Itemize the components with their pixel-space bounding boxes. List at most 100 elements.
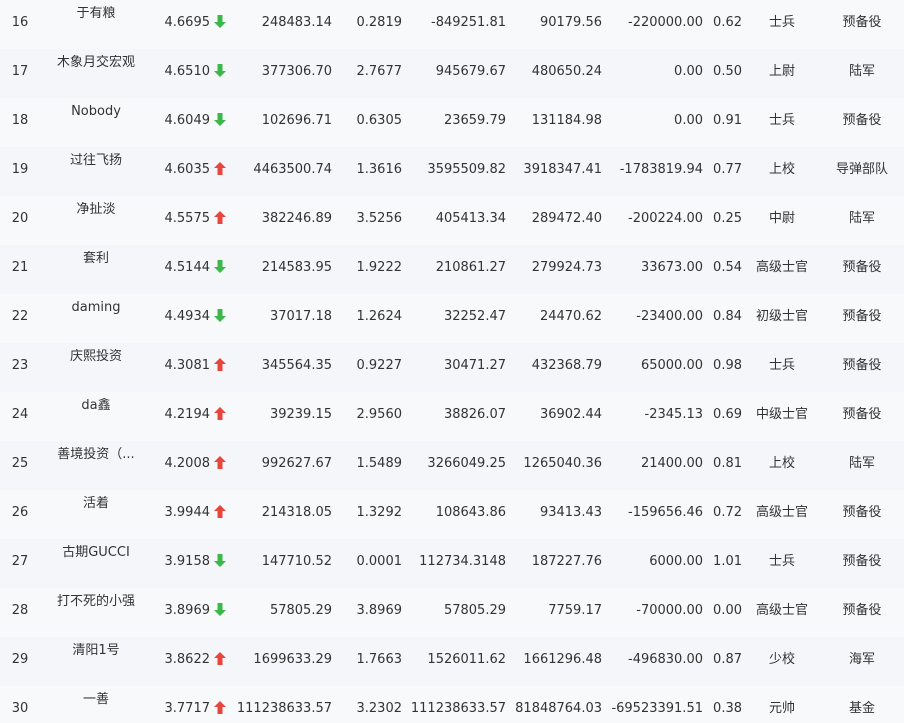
table-row[interactable]: 27 古期GUCCI 3.9158 147710.52 0.0001 112734.314… xyxy=(0,539,904,588)
capital-cell: 93413.43 xyxy=(539,505,602,520)
ratio-cell: 0.0001 xyxy=(356,554,403,569)
military-rank-cell: 上校 xyxy=(768,456,795,471)
trader-name[interactable]: 庆熙投资 xyxy=(48,349,144,365)
rank-cell: 19 xyxy=(11,162,29,177)
capital-cell: 187227.76 xyxy=(531,554,602,569)
rank-cell: 22 xyxy=(11,309,29,324)
trader-name[interactable]: daming xyxy=(48,300,144,316)
table-row[interactable]: 30 一善 3.7717 111238633.57 3.2302 111238633.57… xyxy=(0,686,904,723)
capital-cell: 3918347.41 xyxy=(523,162,602,177)
trader-name[interactable]: 善境投资（... xyxy=(48,447,144,463)
trader-name[interactable]: 净扯淡 xyxy=(48,202,144,218)
trader-name[interactable]: 一善 xyxy=(48,692,144,708)
rank-cell: 28 xyxy=(11,603,29,618)
troop-cell: 预备役 xyxy=(842,260,882,275)
table-row[interactable]: 24 da鑫 4.2194 39239.15 2.9560 38826.07 36902.4… xyxy=(0,392,904,441)
profit-cell: 32252.47 xyxy=(443,309,506,324)
ratio-cell: 1.9222 xyxy=(356,260,403,275)
capital-cell: 432368.79 xyxy=(531,358,602,373)
troop-cell: 陆军 xyxy=(848,64,875,79)
table-row[interactable]: 22 daming 4.4934 37017.18 1.2624 32252.47 2447… xyxy=(0,294,904,343)
trader-name[interactable]: 清阳1号 xyxy=(48,643,144,659)
ranking-table: 16 于有粮 4.6695 248483.14 0.2819 -849251.81 9017… xyxy=(0,0,904,723)
trader-name[interactable]: 过往飞扬 xyxy=(48,153,144,169)
rate-cell: 0.81 xyxy=(713,456,742,471)
deposit-cell: 33673.00 xyxy=(640,260,703,275)
table-row[interactable]: 23 庆熙投资 4.3081 345564.35 0.9227 30471.27 43236… xyxy=(0,343,904,392)
table-row[interactable]: 18 Nobody 4.6049 102696.71 0.6305 23659.79 131… xyxy=(0,98,904,147)
rate-cell: 0.00 xyxy=(713,603,742,618)
table-row[interactable]: 17 木象月交宏观 4.6510 377306.70 2.7677 945679.67 48… xyxy=(0,49,904,98)
profit-cell: 405413.34 xyxy=(435,211,506,226)
profit-cell: 57805.29 xyxy=(443,603,506,618)
table-row[interactable]: 16 于有粮 4.6695 248483.14 0.2819 -849251.81 9017… xyxy=(0,0,904,49)
arrow-up-icon xyxy=(214,210,230,224)
profit-cell: 945679.67 xyxy=(435,64,506,79)
arrow-down-icon xyxy=(214,553,230,567)
trader-name[interactable]: 木象月交宏观 xyxy=(48,55,144,71)
profit-cell: 30471.27 xyxy=(443,358,506,373)
table-row[interactable]: 21 套利 4.5144 214583.95 1.9222 210861.27 279924… xyxy=(0,245,904,294)
table-row[interactable]: 28 打不死的小强 3.8969 57805.29 3.8969 57805.29 7759… xyxy=(0,588,904,637)
arrow-up-icon xyxy=(214,651,230,665)
score-cell: 4.3081 xyxy=(164,358,211,373)
deposit-cell: -159656.46 xyxy=(628,505,703,520)
trader-name[interactable]: da鑫 xyxy=(48,398,144,414)
equity-cell: 4463500.74 xyxy=(253,162,332,177)
capital-cell: 1661296.48 xyxy=(523,652,602,667)
trader-name[interactable]: 打不死的小强 xyxy=(48,594,144,610)
score-cell: 4.2008 xyxy=(164,456,211,471)
table-row[interactable]: 29 清阳1号 3.8622 1699633.29 1.7663 1526011.62 16… xyxy=(0,637,904,686)
table-row[interactable]: 26 活着 3.9944 214318.05 1.3292 108643.86 93413.… xyxy=(0,490,904,539)
troop-cell: 导弹部队 xyxy=(835,162,888,177)
table-row[interactable]: 20 净扯淡 4.5575 382246.89 3.5256 405413.34 28947… xyxy=(0,196,904,245)
capital-cell: 480650.24 xyxy=(531,64,602,79)
equity-cell: 1699633.29 xyxy=(253,652,332,667)
profit-cell: 112734.3148 xyxy=(419,554,506,569)
arrow-up-icon xyxy=(214,161,230,175)
rate-cell: 0.72 xyxy=(713,505,742,520)
equity-cell: 382246.89 xyxy=(261,211,332,226)
military-rank-cell: 高级士官 xyxy=(755,505,808,520)
rate-cell: 0.91 xyxy=(713,113,742,128)
rate-cell: 0.87 xyxy=(713,652,742,667)
rate-cell: 0.69 xyxy=(713,407,742,422)
arrow-up-icon xyxy=(214,700,230,714)
score-cell: 3.9944 xyxy=(164,505,211,520)
score-cell: 3.8969 xyxy=(164,603,211,618)
trader-name[interactable]: 于有粮 xyxy=(48,6,144,22)
profit-cell: 3595509.82 xyxy=(427,162,506,177)
score-cell: 3.7717 xyxy=(164,701,211,716)
ratio-cell: 3.8969 xyxy=(356,603,403,618)
equity-cell: 377306.70 xyxy=(261,64,332,79)
equity-cell: 992627.67 xyxy=(261,456,332,471)
ratio-cell: 1.2624 xyxy=(356,309,403,324)
equity-cell: 102696.71 xyxy=(261,113,332,128)
capital-cell: 289472.40 xyxy=(531,211,602,226)
trader-name[interactable]: 套利 xyxy=(48,251,144,267)
ratio-cell: 3.2302 xyxy=(356,701,403,716)
deposit-cell: -496830.00 xyxy=(628,652,703,667)
ratio-cell: 2.7677 xyxy=(356,64,403,79)
equity-cell: 345564.35 xyxy=(261,358,332,373)
arrow-up-icon xyxy=(214,406,230,420)
table-row[interactable]: 25 善境投资（... 4.2008 992627.67 1.5489 3266049.2… xyxy=(0,441,904,490)
military-rank-cell: 上校 xyxy=(768,162,795,177)
trader-name[interactable]: 古期GUCCI xyxy=(48,545,144,561)
trader-name[interactable]: Nobody xyxy=(48,104,144,120)
trader-name[interactable]: 活着 xyxy=(48,496,144,512)
deposit-cell: -70000.00 xyxy=(636,603,703,618)
rate-cell: 0.38 xyxy=(713,701,742,716)
troop-cell: 预备役 xyxy=(842,113,882,128)
military-rank-cell: 初级士官 xyxy=(755,309,808,324)
table-row[interactable]: 19 过往飞扬 4.6035 4463500.74 1.3616 3595509.82 39… xyxy=(0,147,904,196)
rate-cell: 0.54 xyxy=(713,260,742,275)
rate-cell: 0.98 xyxy=(713,358,742,373)
score-cell: 3.8622 xyxy=(164,652,211,667)
arrow-down-icon xyxy=(214,259,230,273)
military-rank-cell: 元帅 xyxy=(768,701,795,716)
capital-cell: 81848764.03 xyxy=(515,701,602,716)
military-rank-cell: 士兵 xyxy=(768,113,795,128)
ratio-cell: 0.9227 xyxy=(356,358,403,373)
profit-cell: 108643.86 xyxy=(435,505,506,520)
